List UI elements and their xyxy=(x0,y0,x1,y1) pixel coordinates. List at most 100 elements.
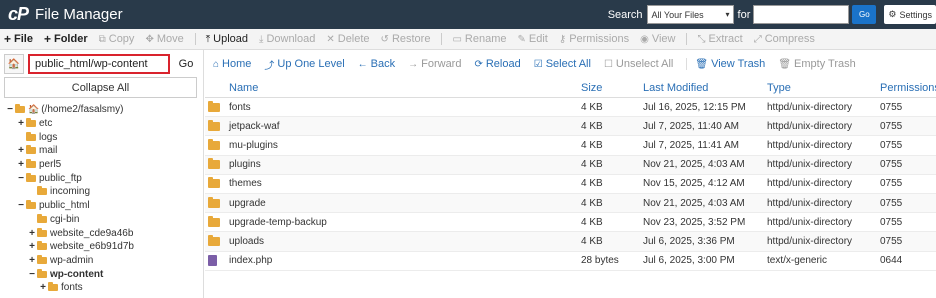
table-row[interactable]: plugins 4 KB Nov 21, 2025, 4:03 AM httpd/un… xyxy=(205,155,936,175)
collapse-icon[interactable]: − xyxy=(6,104,14,115)
file-shape xyxy=(208,255,217,267)
tree-item-cgi-bin[interactable]: cgi-bin xyxy=(0,213,204,227)
tree-item-etc[interactable]: + etc xyxy=(0,117,204,131)
toolbar-download-button[interactable]: ⤓ Download xyxy=(259,33,315,45)
tree-item-label: mail xyxy=(39,145,58,157)
nav-unselect-all-label: Unselect All xyxy=(615,58,674,70)
nav-reload-button[interactable]: ⟳ Reload xyxy=(474,58,520,70)
toolbar-folder-button[interactable]: + Folder xyxy=(44,32,88,46)
expand-icon[interactable]: + xyxy=(39,282,47,293)
path-go-button[interactable]: Go xyxy=(174,54,198,74)
toolbar-delete-button[interactable]: ✕ Delete xyxy=(326,33,369,45)
toolbar-compress-label: Compress xyxy=(764,33,815,45)
settings-button[interactable]: ⚙ Settings xyxy=(884,5,936,24)
toolbar-move-button[interactable]: ✥ Move xyxy=(145,33,183,45)
file-panel: ⌂ Home ⤴ Up One Level ← Back → Forward ⟳ Reload ☑ S… xyxy=(205,50,936,298)
folder-shape xyxy=(208,138,220,150)
column-header-permissions[interactable]: Permissions xyxy=(880,82,936,94)
collapse-icon[interactable]: − xyxy=(28,269,36,280)
cell-name: plugins xyxy=(229,159,261,171)
toolbar-rename-button[interactable]: ▭ Rename xyxy=(452,33,506,45)
toolbar-copy-button[interactable]: ⧉ Copy xyxy=(99,33,135,45)
column-header-name[interactable]: Name xyxy=(229,82,581,94)
nav-forward-button[interactable]: → Forward xyxy=(408,58,461,70)
folder-icon xyxy=(205,138,229,150)
toolbar-view-button[interactable]: ◉ View xyxy=(640,33,675,45)
toolbar-extract-button[interactable]: ⤡ Extract xyxy=(697,33,742,45)
tree-item-label: fonts xyxy=(61,282,83,294)
toolbar-edit-button[interactable]: ✎ Edit xyxy=(518,33,548,45)
cell-size: 4 KB xyxy=(581,178,603,190)
toolbar-compress-button[interactable]: ⤢ Compress xyxy=(754,33,815,45)
nav-empty-trash-button[interactable]: 🗑 Empty Trash xyxy=(778,58,855,70)
tree-item-mail[interactable]: + mail xyxy=(0,144,204,158)
edit-icon: ✎ xyxy=(517,33,526,45)
gear-icon: ⚙ xyxy=(888,9,897,19)
nav-select-all-label: Select All xyxy=(545,58,591,70)
nav-back-button[interactable]: ← Back xyxy=(358,58,395,70)
back-icon: ← xyxy=(357,58,368,70)
collapse-icon[interactable]: − xyxy=(17,200,25,211)
home-directory-button[interactable]: 🏠 xyxy=(4,54,24,74)
search-scope-select[interactable]: All Your Files ▾ xyxy=(646,5,734,24)
table-row[interactable]: upgrade-temp-backup 4 KB Nov 23, 2025, 3:5… xyxy=(205,213,936,233)
path-input[interactable]: public_html/wp-content xyxy=(28,54,170,74)
tree-item-perl5[interactable]: + perl5 xyxy=(0,158,204,172)
tree-item-public-ftp[interactable]: − public_ftp xyxy=(0,171,204,185)
nav-unselect-all-button[interactable]: ☐ Unselect All xyxy=(604,58,673,70)
table-row[interactable]: themes 4 KB Nov 15, 2025, 4:12 AM httpd/uni… xyxy=(205,175,936,194)
folder-icon: + xyxy=(43,32,51,46)
folder-icon xyxy=(205,119,229,131)
column-header-type[interactable]: Type xyxy=(767,82,880,94)
tree-item-website-e6b91d7b[interactable]: + website_e6b91d7b xyxy=(0,240,204,254)
search-go-button[interactable]: Go xyxy=(852,5,877,24)
toolbar-divider xyxy=(686,33,688,45)
toolbar-download-label: Download xyxy=(266,33,316,45)
toolbar-permissions-button[interactable]: ⚷ Permissions xyxy=(559,33,629,45)
folder-icon xyxy=(26,159,36,169)
toolbar-upload-button[interactable]: ⤒ Upload xyxy=(206,33,248,45)
table-row[interactable]: mu-plugins 4 KB Jul 7, 2025, 11:41 AM httpd… xyxy=(205,136,936,156)
folder-shape xyxy=(208,196,220,208)
column-header-modified[interactable]: Last Modified xyxy=(643,82,767,94)
tree-item-fonts[interactable]: + fonts xyxy=(0,281,204,295)
tree-item-wp-content[interactable]: − wp-content xyxy=(0,267,204,281)
tree-item-home2-fasalsmy[interactable]: − 🏠 (/home2/fasalsmy) xyxy=(0,103,204,117)
expand-icon[interactable]: + xyxy=(17,159,25,170)
table-row[interactable]: index.php 28 bytes Jul 6, 2025, 3:00 PM tex… xyxy=(205,252,936,271)
folder-icon xyxy=(205,100,229,112)
nav-view-trash-button[interactable]: 🗑 View Trash xyxy=(695,58,765,70)
folder-icon xyxy=(26,118,36,128)
expand-icon[interactable]: + xyxy=(28,255,36,266)
toolbar-divider xyxy=(194,33,196,45)
unselect-all-icon: ☐ xyxy=(603,58,613,70)
folder-icon xyxy=(205,234,229,246)
empty-trash-icon: 🗑 xyxy=(778,58,792,70)
collapse-all-button[interactable]: Collapse All xyxy=(4,77,197,98)
table-row[interactable]: uploads 4 KB Jul 6, 2025, 3:36 PM httpd/uni… xyxy=(205,232,936,252)
forward-icon: → xyxy=(408,58,419,70)
tree-item-incoming[interactable]: incoming xyxy=(0,185,204,199)
expand-icon[interactable]: + xyxy=(28,228,36,239)
tree-item-logs[interactable]: logs xyxy=(0,130,204,144)
nav-select-all-button[interactable]: ☑ Select All xyxy=(534,58,591,70)
tree-item-wp-admin[interactable]: + wp-admin xyxy=(0,254,204,268)
nav-home-button[interactable]: ⌂ Home xyxy=(213,58,251,70)
table-row[interactable]: upgrade 4 KB Nov 21, 2025, 4:03 AM httpd/un… xyxy=(205,193,936,214)
search-input[interactable] xyxy=(753,5,850,24)
view-icon: ◉ xyxy=(640,33,649,45)
tree-item-public-html[interactable]: − public_html xyxy=(0,199,204,213)
toolbar-restore-button[interactable]: ↺ Restore xyxy=(381,33,431,45)
toolbar-file-button[interactable]: + File xyxy=(4,32,33,46)
nav-up-one-level-button[interactable]: ⤴ Up One Level xyxy=(264,57,344,72)
tree-item-website-cde9a46b[interactable]: + website_cde9a46b xyxy=(0,226,204,240)
table-row[interactable]: jetpack-waf 4 KB Jul 7, 2025, 11:40 AM http… xyxy=(205,117,936,137)
download-icon: ⤓ xyxy=(259,33,264,45)
expand-icon[interactable]: + xyxy=(28,241,36,252)
expand-icon[interactable]: + xyxy=(17,118,25,129)
collapse-icon[interactable]: − xyxy=(17,173,25,184)
expand-icon[interactable]: + xyxy=(17,145,25,156)
toolbar-restore-label: Restore xyxy=(391,33,431,45)
table-row[interactable]: fonts 4 KB Jul 16, 2025, 12:15 PM httpd/uni… xyxy=(205,98,936,118)
column-header-size[interactable]: Size xyxy=(581,82,643,94)
